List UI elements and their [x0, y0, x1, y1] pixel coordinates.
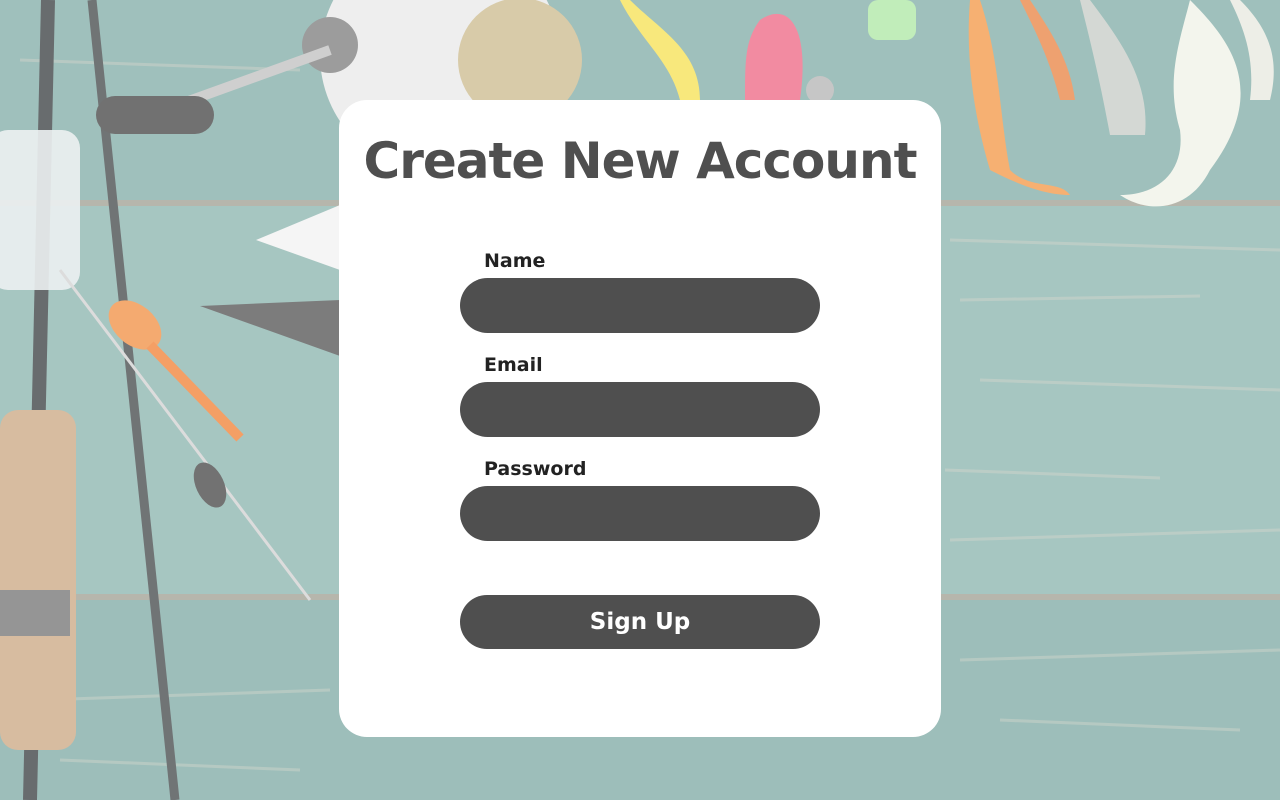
email-label: Email [484, 354, 543, 376]
password-label: Password [484, 458, 587, 480]
password-input[interactable] [460, 486, 820, 541]
page-title: Create New Account [363, 132, 918, 190]
email-input[interactable] [460, 382, 820, 437]
name-label: Name [484, 250, 546, 272]
sign-up-button[interactable]: Sign Up [460, 595, 820, 649]
name-input[interactable] [460, 278, 820, 333]
